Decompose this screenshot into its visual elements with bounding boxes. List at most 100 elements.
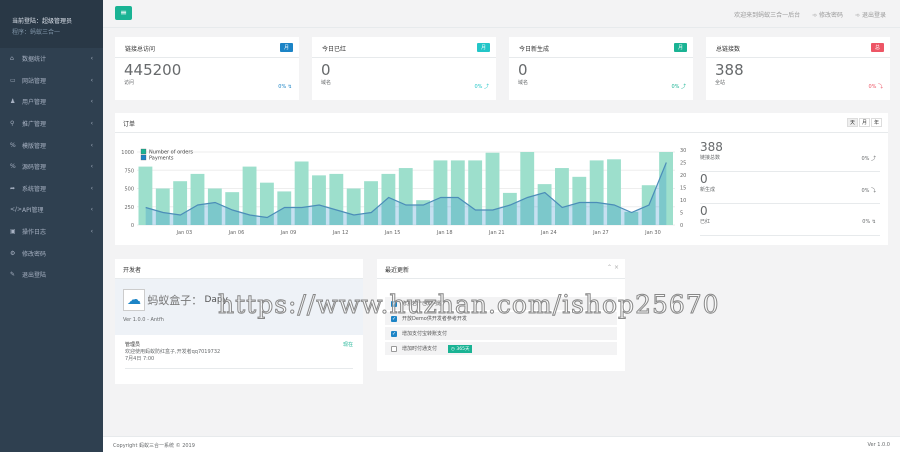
home-icon: ⌂ bbox=[10, 55, 14, 63]
sidebar-item-label: 退出登陆 bbox=[22, 272, 47, 280]
welcome-text: 欢迎来到蚂蚁三合一后台 bbox=[734, 12, 801, 19]
card-percent: 0% ⤴ bbox=[474, 84, 489, 90]
x-tick-label: Jan 15 bbox=[384, 230, 401, 236]
period-badge: 月 bbox=[279, 43, 293, 52]
x-tick-label: Jan 27 bbox=[592, 230, 609, 236]
left-tick-label: 750 bbox=[124, 168, 134, 174]
card-sub-label: 访问 bbox=[124, 80, 135, 86]
stat-label: 链接总数 bbox=[700, 155, 721, 161]
todo-item: ✓ 修复若干已知问题 bbox=[385, 297, 617, 310]
sidebar-item-label: 推广管理 bbox=[22, 121, 47, 129]
product-name: Dapy bbox=[204, 295, 228, 305]
todo-label: 修复若干已知问题 bbox=[402, 301, 443, 307]
todo-checkbox[interactable]: ✓ bbox=[391, 330, 397, 337]
right-tick-label: 15 bbox=[680, 186, 686, 192]
sidebar-item-label: 源码管理 bbox=[22, 164, 47, 172]
sidebar-item[interactable]: ⚲ 推广管理 ‹ bbox=[0, 113, 103, 135]
sidebar-item[interactable]: ✎ 退出登陆 bbox=[0, 264, 103, 286]
sidebar-item[interactable]: ▣ 操作日志 ‹ bbox=[0, 221, 103, 243]
stat-card: 总链接数 总 388 全站 0% ⤵ bbox=[706, 37, 890, 100]
footer-version: Ver 1.0.0 bbox=[867, 442, 890, 448]
profile: 当前登陆：超级管理员 程序：蚂蚁三合一 bbox=[0, 0, 103, 48]
chevron-left-icon: ‹ bbox=[90, 206, 93, 214]
stat-card: 链接总访问 月 445200 访问 0% ↯ bbox=[115, 37, 299, 100]
topbar: ≡ 欢迎来到蚂蚁三合一后台 ➾ 修改密码 ➾ 退出登录 bbox=[103, 0, 900, 28]
range-month-button[interactable]: 月 bbox=[858, 118, 870, 127]
code-icon: </> bbox=[10, 206, 23, 214]
todo-label: 增加支付宝转账支付 bbox=[402, 331, 448, 337]
stat-value: 388 bbox=[700, 140, 723, 154]
developer-title: 开发者 bbox=[115, 259, 363, 279]
copyright: Copyright 蚂蚁三合一系统 © 2019 bbox=[113, 443, 195, 449]
sidebar-item[interactable]: ♟ 用户管理 ‹ bbox=[0, 91, 103, 113]
user-icon: ♟ bbox=[10, 98, 16, 106]
chevron-left-icon: ‹ bbox=[90, 98, 93, 106]
program-name: 程序：蚂蚁三合一 bbox=[12, 29, 61, 36]
stat-percent: 0% ⤵ bbox=[861, 188, 876, 194]
sidebar-item[interactable]: ➦ 系统管理 ‹ bbox=[0, 178, 103, 200]
developer-panel: 开发者 ☁ 蚂蚁盒子： Dapy Ver 1.0.0 - Antfh 管理员 欢… bbox=[115, 259, 363, 384]
sidebar-item[interactable]: ⚙ 修改密码 bbox=[0, 242, 103, 264]
sidebar-item-label: 修改密码 bbox=[22, 250, 47, 258]
todo-checkbox[interactable]: ✓ bbox=[391, 315, 397, 322]
days-badge: ◷ 365天 bbox=[448, 344, 473, 353]
product-label: 蚂蚁盒子： bbox=[147, 294, 203, 307]
sidebar-item[interactable]: % 源码管理 ‹ bbox=[0, 156, 103, 178]
sidebar-item-label: 数据统计 bbox=[22, 56, 47, 64]
todo-item: ✓ 开放Demo供开发者参考开发 bbox=[385, 312, 617, 325]
gear-icon: ⚙ bbox=[10, 249, 16, 257]
card-title: 总链接数 bbox=[716, 46, 741, 53]
card-value: 0 bbox=[518, 61, 528, 79]
logout-label: 退出登录 bbox=[861, 12, 886, 19]
sidebar-item[interactable]: ⌂ 数据统计 ‹ bbox=[0, 48, 103, 70]
range-day-button[interactable]: 天 bbox=[846, 118, 858, 127]
pencil-icon: ✎ bbox=[10, 271, 16, 279]
card-percent: 0% ↯ bbox=[278, 84, 292, 90]
summary-stat: 0 新生成 0% ⤵ bbox=[700, 172, 880, 204]
sidebar-item-label: 操作日志 bbox=[22, 229, 47, 237]
updates-title: 最近更新 bbox=[385, 267, 410, 274]
x-tick-label: Jan 18 bbox=[436, 230, 453, 236]
menu-toggle-button[interactable]: ≡ bbox=[115, 6, 132, 20]
chevron-left-icon: ‹ bbox=[90, 184, 93, 192]
x-tick-label: Jan 09 bbox=[280, 230, 297, 236]
x-tick-label: Jan 30 bbox=[644, 230, 661, 236]
todo-checkbox[interactable] bbox=[391, 345, 397, 352]
legend-label: Payments bbox=[149, 156, 174, 162]
legend-swatch bbox=[140, 154, 147, 161]
link-icon: % bbox=[10, 163, 16, 171]
period-badge: 月 bbox=[673, 43, 687, 52]
stat-label: 已红 bbox=[700, 219, 711, 225]
sidebar-item[interactable]: % 模版管理 ‹ bbox=[0, 134, 103, 156]
share-icon: ⚲ bbox=[10, 120, 15, 128]
stat-label: 新生成 bbox=[700, 187, 716, 193]
right-tick-label: 0 bbox=[680, 223, 683, 229]
close-icon[interactable]: × bbox=[614, 264, 619, 271]
left-tick-label: 500 bbox=[124, 187, 134, 193]
x-tick-label: Jan 21 bbox=[488, 230, 505, 236]
author: 管理员 bbox=[125, 342, 141, 348]
right-tick-label: 5 bbox=[680, 211, 683, 217]
stat-value: 0 bbox=[700, 204, 708, 218]
footer: Copyright 蚂蚁三合一系统 © 2019 Ver 1.0.0 bbox=[103, 436, 900, 452]
change-password-link[interactable]: ➾ 修改密码 bbox=[812, 10, 843, 19]
card-value: 0 bbox=[321, 61, 331, 79]
left-tick-label: 250 bbox=[124, 205, 134, 211]
card-value: 445200 bbox=[124, 61, 182, 79]
card-percent: 0% ⤵ bbox=[868, 84, 883, 90]
todo-label: 开放Demo供开发者参考开发 bbox=[402, 316, 467, 322]
logout-link[interactable]: ➾ 退出登录 bbox=[855, 10, 886, 19]
right-tick-label: 20 bbox=[680, 173, 686, 179]
current-user: 当前登陆：超级管理员 bbox=[12, 18, 73, 25]
sidebar-item[interactable]: ▭ 网站管理 ‹ bbox=[0, 70, 103, 92]
chevron-left-icon: ‹ bbox=[90, 120, 93, 128]
range-year-button[interactable]: 年 bbox=[870, 118, 882, 127]
sidebar-item[interactable]: </> API管理 ‹ bbox=[0, 199, 103, 221]
todo-checkbox[interactable]: ✓ bbox=[391, 300, 397, 307]
x-tick-label: Jan 06 bbox=[228, 230, 245, 236]
collapse-icon[interactable]: ⌃ bbox=[607, 264, 612, 271]
status: 现在 bbox=[342, 342, 353, 348]
card-title: 今日新生成 bbox=[519, 46, 550, 53]
orders-title: 订单 bbox=[123, 121, 136, 128]
cloud-logo-icon: ☁ bbox=[123, 289, 145, 311]
